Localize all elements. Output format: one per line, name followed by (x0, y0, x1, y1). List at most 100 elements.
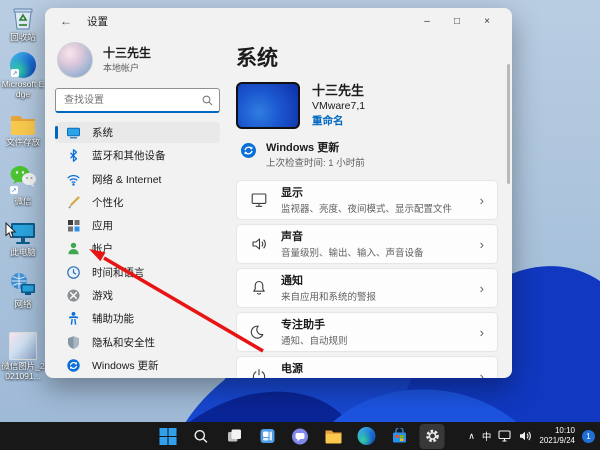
windows-logo-icon (159, 427, 177, 445)
settings-nav: 系统 蓝牙和其他设备 网络 & Internet 个性化 应用 帐户 时间和语言… (55, 122, 220, 376)
card-subtitle: 监视器、亮度、夜间模式、显示配置文件 (281, 203, 453, 215)
image-file-icon (9, 332, 37, 360)
window-titlebar[interactable]: ← 设置 – □ × (45, 8, 512, 34)
minimize-button[interactable]: – (412, 11, 442, 31)
device-wallpaper-thumbnail (236, 82, 300, 129)
page-title: 系统 (236, 47, 278, 70)
start-button[interactable] (156, 424, 181, 449)
nav-label: 个性化 (92, 196, 124, 209)
notification-badge[interactable]: 1 (582, 429, 595, 443)
settings-window: ← 设置 – □ × 十三先生 本地帐户 查找设置 系统 蓝牙和其他设备 网络 … (45, 8, 512, 378)
desktop-icon-label: 微信 (14, 196, 32, 206)
card-subtitle: 通知、自动规则 (281, 335, 348, 347)
tray-overflow-chevron[interactable]: ∧ (468, 431, 475, 442)
shortcut-arrow-icon: ↗ (11, 69, 19, 77)
shield-icon (66, 335, 81, 350)
card-power[interactable]: 电源 睡眠、电池使用情况、节电模式 › (236, 356, 498, 378)
nav-item-privacy[interactable]: 隐私和安全性 (55, 332, 220, 353)
nav-item-gaming[interactable]: 游戏 (55, 285, 220, 306)
user-profile[interactable]: 十三先生 本地帐户 (57, 42, 218, 78)
nav-label: Windows 更新 (92, 359, 159, 372)
settings-taskbar-button[interactable] (419, 423, 445, 449)
avatar (57, 42, 93, 78)
rename-link[interactable]: 重命名 (312, 113, 365, 128)
widgets-icon (260, 429, 274, 443)
search-icon (202, 95, 213, 105)
person-icon (66, 241, 81, 256)
update-icon (66, 358, 81, 373)
bluetooth-icon (66, 148, 81, 163)
card-title: 声音 (281, 230, 303, 243)
card-title: 显示 (281, 186, 303, 199)
nav-item-time-language[interactable]: 时间和语言 (55, 262, 220, 283)
clock-date: 2021/9/24 (539, 436, 575, 445)
chevron-right-icon: › (479, 368, 484, 378)
card-subtitle: 音量级别、输出、输入、声音设备 (281, 247, 424, 259)
device-name: 十三先生 (312, 83, 365, 99)
nav-item-apps[interactable]: 应用 (55, 215, 220, 236)
taskbar: ∧ 中 10:10 2021/9/24 1 (0, 422, 600, 450)
bell-icon (253, 281, 265, 295)
shortcut-arrow-icon: ↗ (10, 186, 18, 194)
nav-item-accounts[interactable]: 帐户 (55, 238, 220, 259)
desktop-icon-image-file[interactable]: 微信图片_2021091... (0, 332, 46, 381)
nav-item-personalization[interactable]: 个性化 (55, 192, 220, 213)
desktop-icon-label: 文件存放 (5, 137, 40, 147)
card-notifications[interactable]: 通知 来自应用和系统的警报 › (236, 268, 498, 309)
microsoft-store-button[interactable] (387, 424, 412, 449)
power-icon (252, 369, 266, 378)
taskbar-clock[interactable]: 10:10 2021/9/24 (539, 426, 575, 447)
desktop-icon-this-pc[interactable]: 此电脑 (0, 220, 46, 257)
desktop-icon-label: 此电脑 (10, 247, 36, 257)
nav-label: 帐户 (92, 243, 113, 256)
desktop-icon-recycle-bin[interactable]: 回收站 (0, 4, 46, 42)
task-view-icon (227, 429, 241, 442)
search-icon (194, 429, 208, 443)
apps-icon (66, 218, 81, 233)
task-view-button[interactable] (222, 424, 247, 449)
clock-time: 10:10 (554, 425, 575, 435)
card-focus-assist[interactable]: 专注助手 通知、自动规则 › (236, 312, 498, 353)
desktop-icon-network[interactable]: 网络 (0, 272, 46, 309)
windows-update-status[interactable]: Windows 更新 上次检查时间: 1 小时前 (236, 141, 498, 169)
chat-button[interactable] (288, 424, 313, 449)
widgets-button[interactable] (255, 424, 280, 449)
ime-indicator[interactable]: 中 (482, 429, 492, 443)
nav-label: 应用 (92, 220, 113, 233)
speaker-icon (252, 238, 266, 250)
nav-label: 系统 (92, 127, 113, 139)
gear-icon (425, 429, 439, 443)
user-account-type: 本地帐户 (103, 62, 140, 73)
chevron-right-icon: › (479, 236, 484, 252)
card-subtitle: 睡眠、电池使用情况、节电模式 (281, 377, 414, 378)
chevron-right-icon: › (479, 192, 484, 208)
scrollbar[interactable] (507, 64, 510, 184)
card-display[interactable]: 显示 监视器、亮度、夜间模式、显示配置文件 › (236, 180, 498, 221)
desktop-icon-folder[interactable]: 文件存放 (0, 112, 46, 147)
file-explorer-button[interactable] (321, 424, 346, 449)
volume-tray-icon[interactable] (519, 430, 532, 442)
nav-item-windows-update[interactable]: Windows 更新 (55, 355, 220, 376)
settings-main-pane: 系统 十三先生 VMware7,1 重命名 Windows 更新 上次检查时间:… (230, 34, 512, 378)
nav-item-network[interactable]: 网络 & Internet (55, 169, 220, 190)
nav-label: 网络 & Internet (92, 173, 162, 186)
card-sound[interactable]: 声音 音量级别、输出、输入、声音设备 › (236, 224, 498, 265)
nav-item-accessibility[interactable]: 辅助功能 (55, 308, 220, 329)
desktop-icon-label: Microsoft Edge (1, 79, 45, 100)
maximize-button[interactable]: □ (442, 11, 472, 31)
back-button[interactable]: ← (55, 12, 77, 30)
this-pc-icon (11, 223, 35, 244)
nav-item-bluetooth[interactable]: 蓝牙和其他设备 (55, 145, 220, 166)
close-button[interactable]: × (472, 11, 502, 31)
update-title: Windows 更新 (266, 142, 340, 154)
monitor-icon (251, 193, 267, 208)
settings-search-box[interactable] (55, 88, 220, 113)
desktop-icon-wechat[interactable]: ↗ 微信 (0, 164, 46, 206)
taskbar-search-button[interactable] (189, 424, 214, 449)
nav-item-system[interactable]: 系统 (55, 122, 220, 143)
edge-button[interactable] (354, 424, 379, 449)
search-input[interactable] (62, 93, 198, 107)
user-name: 十三先生 (103, 46, 152, 61)
network-tray-icon[interactable] (498, 430, 512, 442)
desktop-icon-edge[interactable]: ↗ Microsoft Edge (0, 52, 46, 99)
